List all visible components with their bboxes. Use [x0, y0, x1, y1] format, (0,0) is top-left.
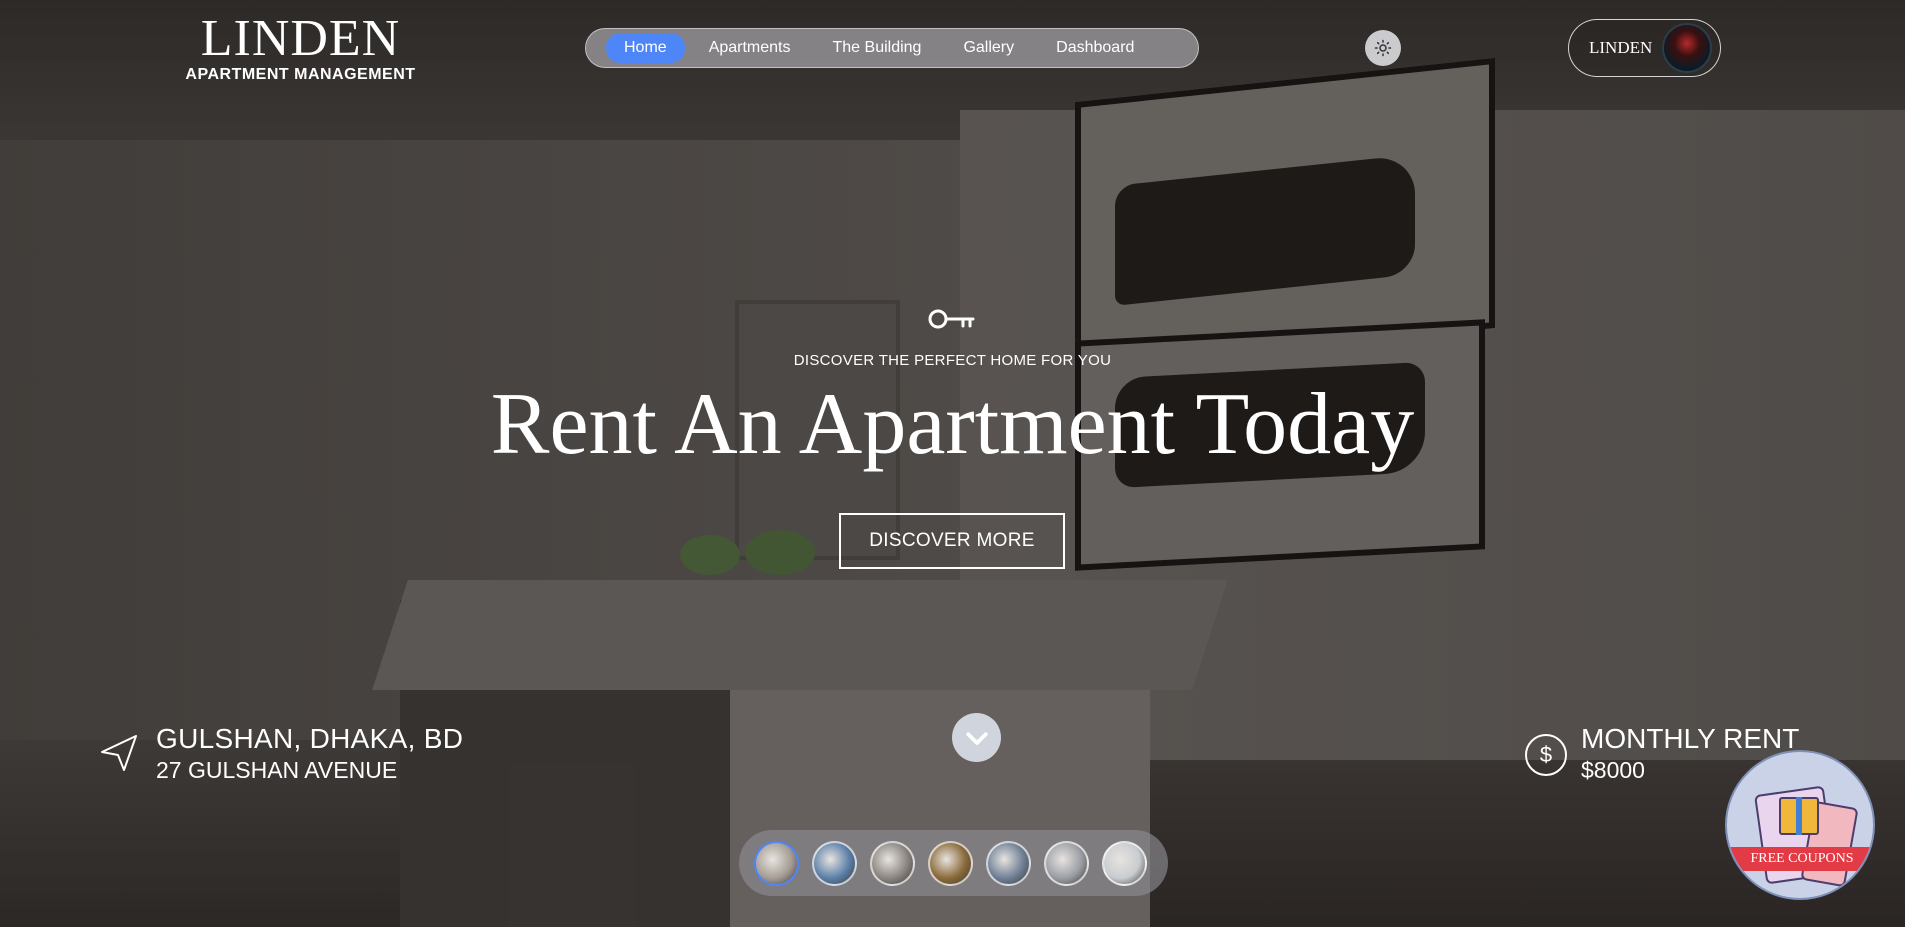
chevron-down-icon [965, 731, 988, 745]
user-menu-button[interactable]: LINDEN [1568, 19, 1721, 77]
avatar [1662, 23, 1713, 73]
key-icon [928, 309, 975, 329]
gallery-thumbnail[interactable] [928, 840, 973, 886]
hero-headline: Rent An Apartment Today [490, 376, 1415, 473]
gallery-thumbnail[interactable] [812, 840, 857, 886]
scroll-down-button[interactable] [952, 713, 1001, 762]
discover-more-button[interactable]: DISCOVER MORE [839, 513, 1065, 569]
location-info: GULSHAN, DHAKA, BD 27 GULSHAN AVENUE [98, 722, 463, 784]
user-name: LINDEN [1589, 38, 1653, 57]
rent-title: MONTHLY RENT [1581, 723, 1800, 754]
gallery-thumbnail[interactable] [1044, 840, 1089, 886]
hero-tagline: DISCOVER THE PERFECT HOME FOR YOU [793, 352, 1112, 369]
dollar-icon: $ [1525, 734, 1567, 776]
nav-item-home[interactable]: Home [606, 33, 685, 63]
nav-item-the-building[interactable]: The Building [815, 33, 940, 63]
gift-ribbon [1796, 797, 1802, 835]
nav-item-apartments[interactable]: Apartments [691, 33, 809, 63]
location-title: GULSHAN, DHAKA, BD [156, 723, 464, 754]
hero-section: LINDEN APARTMENT MANAGEMENT Home Apartme… [0, 0, 1905, 927]
location-address: 27 GULSHAN AVENUE [156, 757, 398, 783]
main-nav: Home Apartments The Building Gallery Das… [585, 28, 1199, 68]
nav-item-gallery[interactable]: Gallery [945, 33, 1032, 63]
theme-toggle-button[interactable] [1365, 30, 1401, 66]
gallery-thumbnail-bar [739, 830, 1168, 896]
gallery-thumbnail[interactable] [870, 840, 915, 886]
brand-title: LINDEN [200, 10, 401, 67]
nav-item-dashboard[interactable]: Dashboard [1038, 33, 1152, 63]
free-coupons-widget[interactable]: FREE COUPONS [1725, 750, 1875, 900]
brand-subtitle: APARTMENT MANAGEMENT [185, 66, 416, 83]
brand-logo[interactable]: LINDEN APARTMENT MANAGEMENT [183, 12, 418, 84]
coupon-banner: FREE COUPONS [1727, 847, 1873, 871]
navigation-arrow-icon [101, 735, 137, 771]
sun-icon [1374, 39, 1392, 57]
gallery-thumbnail[interactable] [1102, 840, 1147, 886]
gallery-thumbnail[interactable] [754, 840, 799, 886]
gallery-thumbnail[interactable] [986, 840, 1031, 886]
